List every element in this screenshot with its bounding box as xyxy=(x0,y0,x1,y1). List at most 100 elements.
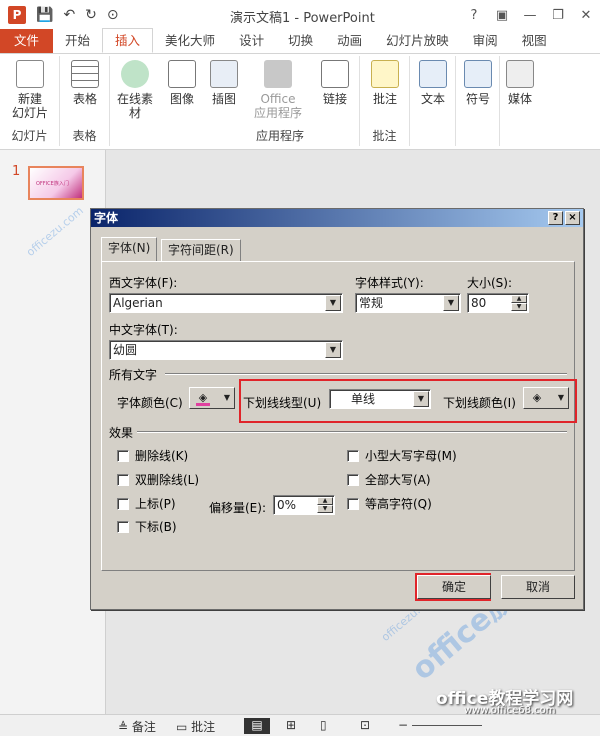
all-caps-checkbox[interactable]: 全部大写(A) xyxy=(347,471,431,488)
tab-meihua[interactable]: 美化大师 xyxy=(153,29,227,53)
tab-transitions[interactable]: 切换 xyxy=(276,29,325,53)
notes-button[interactable]: ≜ 备注 xyxy=(118,718,156,735)
illustration-icon xyxy=(210,60,238,88)
media-button[interactable]: 媒体 xyxy=(502,60,538,106)
offset-spinner[interactable]: 0% ▲ ▼ xyxy=(273,495,335,515)
spin-down-icon[interactable]: ▼ xyxy=(317,505,333,513)
image-button[interactable]: 图像 xyxy=(162,60,202,106)
undo-icon[interactable]: ↶ xyxy=(63,7,75,23)
comments-button[interactable]: ▭ 批注 xyxy=(176,718,215,735)
status-bar: ≜ 备注 ▭ 批注 ▤ ⊞ ▯ ⊡ − xyxy=(0,714,600,736)
dialog-help-button[interactable]: ? xyxy=(548,211,563,225)
window-title: 演示文稿1 - PowerPoint xyxy=(230,11,375,26)
equalize-height-checkbox[interactable]: 等高字符(Q) xyxy=(347,495,432,512)
help-button[interactable]: ? xyxy=(460,0,488,30)
tab-font[interactable]: 字体(N) xyxy=(101,237,158,261)
present-icon[interactable]: ⊙ xyxy=(107,7,119,23)
tab-file[interactable]: 文件 xyxy=(0,29,54,53)
illustration-button[interactable]: 插图 xyxy=(204,60,244,106)
dropdown-arrow-icon[interactable]: ▼ xyxy=(443,295,459,311)
checkbox-box[interactable] xyxy=(347,473,359,486)
offset-value: 0% xyxy=(277,498,297,512)
group-tables: 表格 表格 xyxy=(60,56,110,146)
ribbon-tabs: 文件 开始 插入 美化大师 设计 切换 动画 幻灯片放映 审阅 视图 xyxy=(0,28,600,54)
dropdown-arrow-icon[interactable]: ▼ xyxy=(325,342,341,358)
checkbox-box[interactable] xyxy=(117,473,129,486)
cancel-button[interactable]: 取消 xyxy=(501,575,575,599)
double-strikethrough-checkbox[interactable]: 双删除线(L) xyxy=(117,471,199,488)
spin-down-icon[interactable]: ▼ xyxy=(511,303,527,311)
ok-button[interactable]: 确定 xyxy=(417,575,491,599)
checkbox-box[interactable] xyxy=(117,449,129,462)
checkbox-box[interactable] xyxy=(117,497,129,510)
superscript-checkbox[interactable]: 上标(P) xyxy=(117,495,176,512)
small-caps-checkbox[interactable]: 小型大写字母(M) xyxy=(347,447,457,464)
spin-up-icon[interactable]: ▲ xyxy=(511,295,527,303)
link-icon xyxy=(321,60,349,88)
tab-character-spacing[interactable]: 字符间距(R) xyxy=(161,239,241,261)
tab-design[interactable]: 设计 xyxy=(227,29,276,53)
asian-font-select[interactable]: 幼圆 ▼ xyxy=(109,340,343,360)
save-icon[interactable]: 💾 xyxy=(36,7,53,23)
normal-view-icon[interactable]: ▤ xyxy=(244,718,270,734)
dialog-close-button[interactable]: × xyxy=(565,211,580,225)
font-color-button[interactable]: ◈ ▼ xyxy=(189,387,235,409)
image-icon xyxy=(168,60,196,88)
tab-home[interactable]: 开始 xyxy=(53,29,102,53)
symbol-button[interactable]: 符号 xyxy=(460,60,496,106)
subscript-checkbox[interactable]: 下标(B) xyxy=(117,518,177,535)
minimize-button[interactable]: — xyxy=(516,0,544,30)
group-symbols: 符号 xyxy=(456,56,500,146)
zoom-slider[interactable] xyxy=(412,725,482,726)
checkbox-label: 上标(P) xyxy=(135,497,176,511)
online-material-button[interactable]: 在线素 材 xyxy=(112,60,158,120)
redo-icon[interactable]: ↻ xyxy=(85,7,97,23)
table-button[interactable]: 表格 xyxy=(66,60,104,106)
slide-thumbnail[interactable]: OFFICE族入门 xyxy=(28,166,84,200)
text-label: 文本 xyxy=(420,92,445,106)
tab-view[interactable]: 视图 xyxy=(510,29,559,53)
tab-slideshow[interactable]: 幻灯片放映 xyxy=(374,29,461,53)
spin-up-icon[interactable]: ▲ xyxy=(317,497,333,505)
ribbon-display-icon[interactable]: ▣ xyxy=(488,0,516,30)
chevron-down-icon: ▼ xyxy=(223,393,230,402)
tab-animations[interactable]: 动画 xyxy=(325,29,374,53)
font-style-select[interactable]: 常规 ▼ xyxy=(355,293,461,313)
link-button[interactable]: 链接 xyxy=(316,60,354,106)
underline-style-select[interactable]: 单线 ▼ xyxy=(329,389,431,409)
font-style-value: 常规 xyxy=(359,296,384,310)
tab-review[interactable]: 审阅 xyxy=(461,29,510,53)
new-slide-button[interactable]: 新建 幻灯片 xyxy=(6,60,54,120)
dropdown-arrow-icon[interactable]: ▼ xyxy=(325,295,341,311)
underline-color-button[interactable]: ◈ ▼ xyxy=(523,387,569,409)
latin-font-select[interactable]: Algerian ▼ xyxy=(109,293,343,313)
strikethrough-checkbox[interactable]: 删除线(K) xyxy=(117,447,188,464)
tab-insert[interactable]: 插入 xyxy=(102,28,154,53)
restore-button[interactable]: ❐ xyxy=(544,0,572,30)
group-links: 链接 xyxy=(310,56,360,146)
comment-button[interactable]: 批注 xyxy=(366,60,404,106)
size-spinner[interactable]: 80 ▲ ▼ xyxy=(467,293,529,313)
group-comments-label: 批注 xyxy=(372,129,397,143)
slideshow-icon[interactable]: ⊡ xyxy=(360,718,370,732)
group-media: 媒体 xyxy=(500,56,540,146)
zoom-out-icon[interactable]: − xyxy=(398,718,408,732)
slide-sorter-icon[interactable]: ⊞ xyxy=(286,718,296,732)
link-label: 链接 xyxy=(322,92,347,106)
office-apps-button[interactable]: Office 应用程序 xyxy=(250,60,306,120)
checkbox-box[interactable] xyxy=(347,497,359,510)
thumb-text: OFFICE族入门 xyxy=(36,181,69,187)
close-button[interactable]: ✕ xyxy=(572,0,600,30)
slide-number: 1 xyxy=(12,164,21,179)
checkbox-label: 下标(B) xyxy=(135,520,177,534)
checkbox-box[interactable] xyxy=(347,449,359,462)
text-button[interactable]: 文本 xyxy=(414,60,452,106)
checkbox-box[interactable] xyxy=(117,520,129,533)
all-text-label: 所有文字 xyxy=(109,368,158,382)
group-slides: 新建 幻灯片 幻灯片 xyxy=(0,56,60,146)
powerpoint-icon: P xyxy=(8,6,26,24)
reading-view-icon[interactable]: ▯ xyxy=(320,718,327,732)
offset-label: 偏移量(E): xyxy=(209,501,266,515)
image-label: 图像 xyxy=(169,92,194,106)
dropdown-arrow-icon[interactable]: ▼ xyxy=(413,391,429,407)
